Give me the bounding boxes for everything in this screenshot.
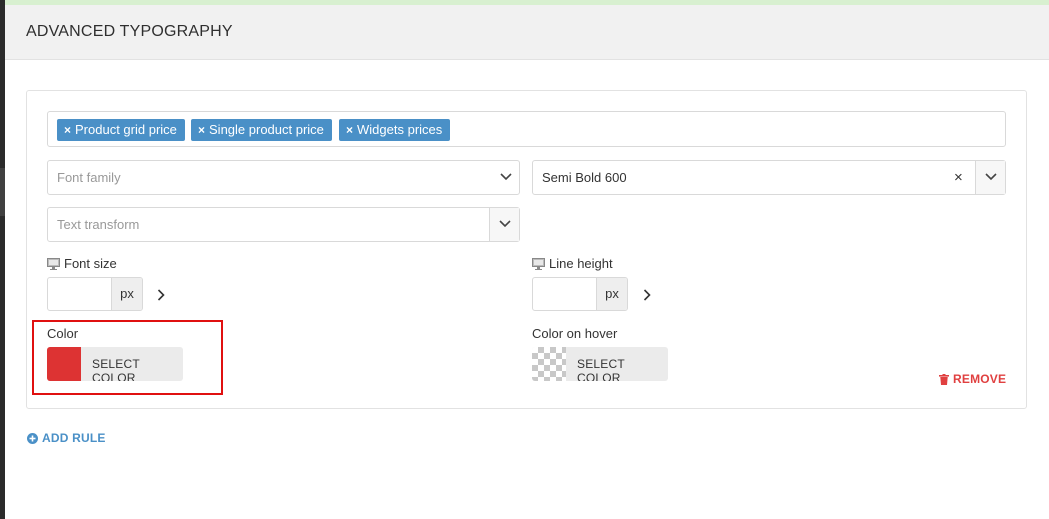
add-rule-label: ADD RULE bbox=[42, 431, 106, 445]
chevron-down-icon[interactable] bbox=[975, 161, 1005, 194]
remove-rule-button[interactable]: REMOVE bbox=[939, 372, 1006, 388]
select-color-label: SELECT COLOR bbox=[577, 357, 625, 381]
remove-label: REMOVE bbox=[953, 372, 1007, 386]
line-height-input[interactable]: px bbox=[532, 277, 628, 311]
font-weight-select[interactable]: Semi Bold 600 × bbox=[532, 160, 1006, 195]
text-transform-placeholder: Text transform bbox=[57, 217, 140, 232]
add-rule-button[interactable]: ADD RULE bbox=[27, 431, 106, 447]
text-transform-select[interactable]: Text transform bbox=[47, 207, 520, 242]
selector-tag: × Single product price bbox=[191, 119, 332, 141]
monitor-icon[interactable] bbox=[47, 258, 60, 273]
line-height-label-text: Line height bbox=[549, 256, 613, 271]
font-family-placeholder: Font family bbox=[57, 170, 121, 185]
chevron-down-icon[interactable] bbox=[491, 161, 521, 194]
chevron-right-icon[interactable] bbox=[643, 288, 651, 306]
chevron-right-icon[interactable] bbox=[157, 288, 165, 306]
remove-tag-icon[interactable]: × bbox=[346, 123, 353, 137]
line-height-value[interactable] bbox=[533, 278, 596, 310]
color-hover-label: Color on hover bbox=[532, 326, 618, 341]
panel-title: ADVANCED TYPOGRAPHY bbox=[26, 23, 233, 40]
font-size-label-text: Font size bbox=[64, 256, 117, 271]
font-size-label: Font size bbox=[47, 256, 117, 273]
font-family-select[interactable]: Font family bbox=[47, 160, 520, 195]
transparent-swatch[interactable] bbox=[532, 347, 566, 381]
font-size-input[interactable]: px bbox=[47, 277, 143, 311]
selector-tag: × Widgets prices bbox=[339, 119, 451, 141]
line-height-unit: px bbox=[596, 278, 627, 310]
plus-circle-icon bbox=[27, 433, 38, 447]
font-size-unit: px bbox=[111, 278, 142, 310]
tag-label: Single product price bbox=[209, 122, 324, 137]
highlight-box bbox=[32, 320, 223, 395]
chevron-down-icon[interactable] bbox=[489, 208, 519, 241]
color-hover-picker-button[interactable]: SELECT COLOR bbox=[532, 347, 668, 381]
font-size-value[interactable] bbox=[48, 278, 111, 310]
window-edge-segment bbox=[0, 168, 5, 216]
tag-label: Product grid price bbox=[75, 122, 177, 137]
window-left-edge bbox=[0, 0, 5, 519]
monitor-icon[interactable] bbox=[532, 258, 545, 273]
font-weight-value: Semi Bold 600 bbox=[542, 170, 627, 185]
clear-icon[interactable]: × bbox=[954, 169, 963, 186]
selectors-input[interactable]: × Product grid price × Single product pric… bbox=[47, 111, 1006, 147]
line-height-label: Line height bbox=[532, 256, 613, 273]
trash-icon bbox=[939, 374, 949, 388]
selector-tag: × Product grid price bbox=[57, 119, 185, 141]
remove-tag-icon[interactable]: × bbox=[198, 123, 205, 137]
tag-label: Widgets prices bbox=[357, 122, 443, 137]
remove-tag-icon[interactable]: × bbox=[64, 123, 71, 137]
panel-header: ADVANCED TYPOGRAPHY bbox=[5, 5, 1049, 60]
